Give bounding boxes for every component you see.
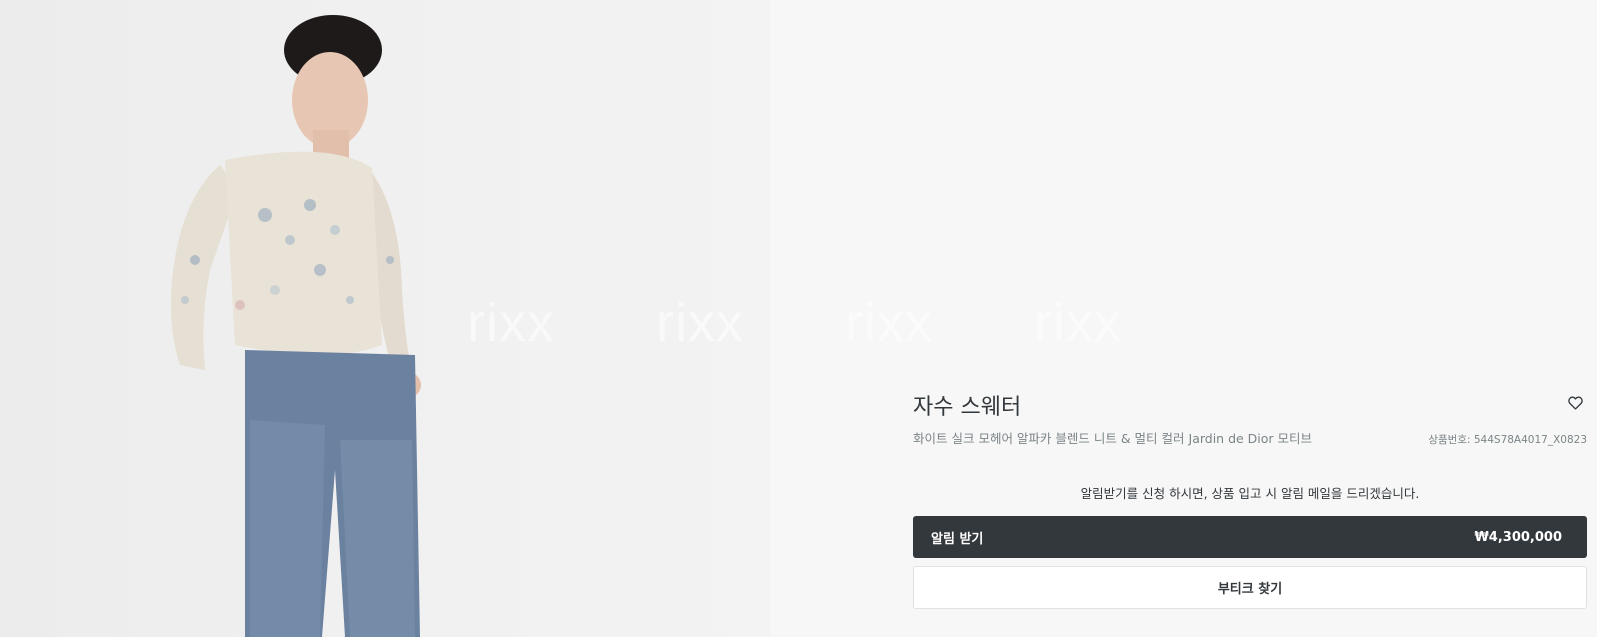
notify-button-label: 알림 받기	[931, 531, 984, 547]
notify-note: 알림받기를 신청 하시면, 상품 입고 시 알림 메일을 드리겠습니다.	[1080, 486, 1420, 501]
model-photo	[171, 15, 421, 637]
wishlist-button[interactable]	[1566, 394, 1584, 412]
find-boutique-button[interactable]: 부티크 찾기	[913, 566, 1587, 609]
product-sku: 상품번호: 544S78A4017_X0823	[1428, 434, 1587, 446]
heart-icon	[1567, 396, 1583, 410]
jeans-highlight-2	[340, 440, 415, 637]
product-price: ₩4,300,000	[1474, 529, 1562, 545]
notify-me-button[interactable]: 알림 받기 ₩4,300,000	[913, 516, 1587, 558]
product-image[interactable]	[0, 0, 770, 637]
sweater-shape	[225, 151, 382, 355]
jeans-highlight	[250, 420, 325, 637]
product-title: 자수 스웨터	[913, 395, 1022, 420]
product-description: 화이트 실크 모헤어 알파카 블렌드 니트 & 멀티 컬러 Jardin de …	[913, 431, 1313, 446]
